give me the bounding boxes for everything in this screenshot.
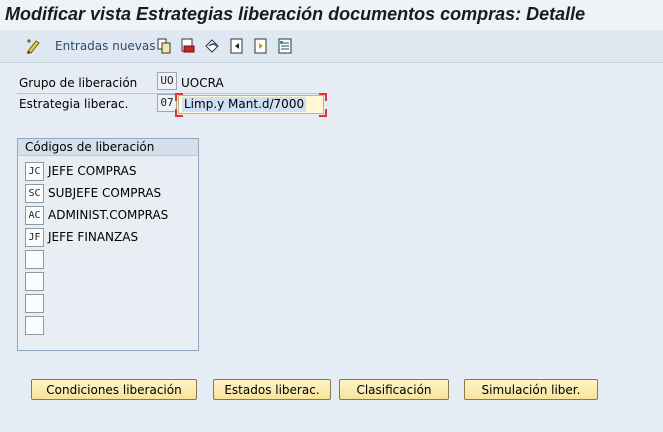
release-code-desc: JEFE COMPRAS xyxy=(48,164,137,178)
edit-icon[interactable] xyxy=(25,37,43,55)
release-code-cell[interactable] xyxy=(25,250,44,269)
release-group-label: Grupo de liberación xyxy=(19,76,138,90)
release-group-value: UOCRA xyxy=(181,76,224,90)
strategy-code: 07 xyxy=(157,94,177,112)
strategy-label: Estrategia liberac. xyxy=(19,97,129,111)
focus-corner xyxy=(175,93,183,101)
delete-icon[interactable] xyxy=(180,37,196,55)
next-entry-icon[interactable] xyxy=(253,37,269,55)
strategy-description-text: Limp.y Mant.d/7000 xyxy=(182,97,307,112)
copy-icon[interactable] xyxy=(156,37,172,55)
application-toolbar: Entradas nuevas xyxy=(0,30,663,63)
focus-corner xyxy=(319,93,327,101)
release-code-desc: SUBJEFE COMPRAS xyxy=(48,186,162,200)
strategy-description-input[interactable]: Limp.y Mant.d/7000 xyxy=(178,95,324,114)
release-codes-title: Códigos de liberación xyxy=(18,139,198,156)
release-states-button[interactable]: Estados liberac. xyxy=(213,379,331,400)
previous-entry-icon[interactable] xyxy=(229,37,245,55)
title-bar: Modificar vista Estrategias liberación d… xyxy=(0,0,663,30)
release-code-cell[interactable] xyxy=(25,272,44,291)
release-conditions-button[interactable]: Condiciones liberación xyxy=(31,379,197,400)
variable-list-icon[interactable] xyxy=(277,37,293,55)
release-simulation-button[interactable]: Simulación liber. xyxy=(464,379,598,400)
page-title: Modificar vista Estrategias liberación d… xyxy=(5,4,586,24)
undo-icon[interactable] xyxy=(204,37,222,55)
release-group-code: UO xyxy=(157,72,177,90)
release-code-cell[interactable]: JC xyxy=(25,162,44,181)
new-entries-button[interactable]: Entradas nuevas xyxy=(55,39,156,53)
classification-button[interactable]: Clasificación xyxy=(339,379,449,400)
focus-corner xyxy=(319,109,327,117)
release-code-cell[interactable] xyxy=(25,294,44,313)
release-code-cell[interactable] xyxy=(25,316,44,335)
release-codes-group: Códigos de liberación JC JEFE COMPRAS SC… xyxy=(17,138,199,351)
release-code-cell[interactable]: SC xyxy=(25,184,44,203)
release-code-desc: ADMINIST.COMPRAS xyxy=(48,208,169,222)
release-code-desc: JEFE FINANZAS xyxy=(48,230,139,244)
focus-corner xyxy=(175,109,183,117)
release-code-cell[interactable]: JF xyxy=(25,228,44,247)
release-code-cell[interactable]: AC xyxy=(25,206,44,225)
